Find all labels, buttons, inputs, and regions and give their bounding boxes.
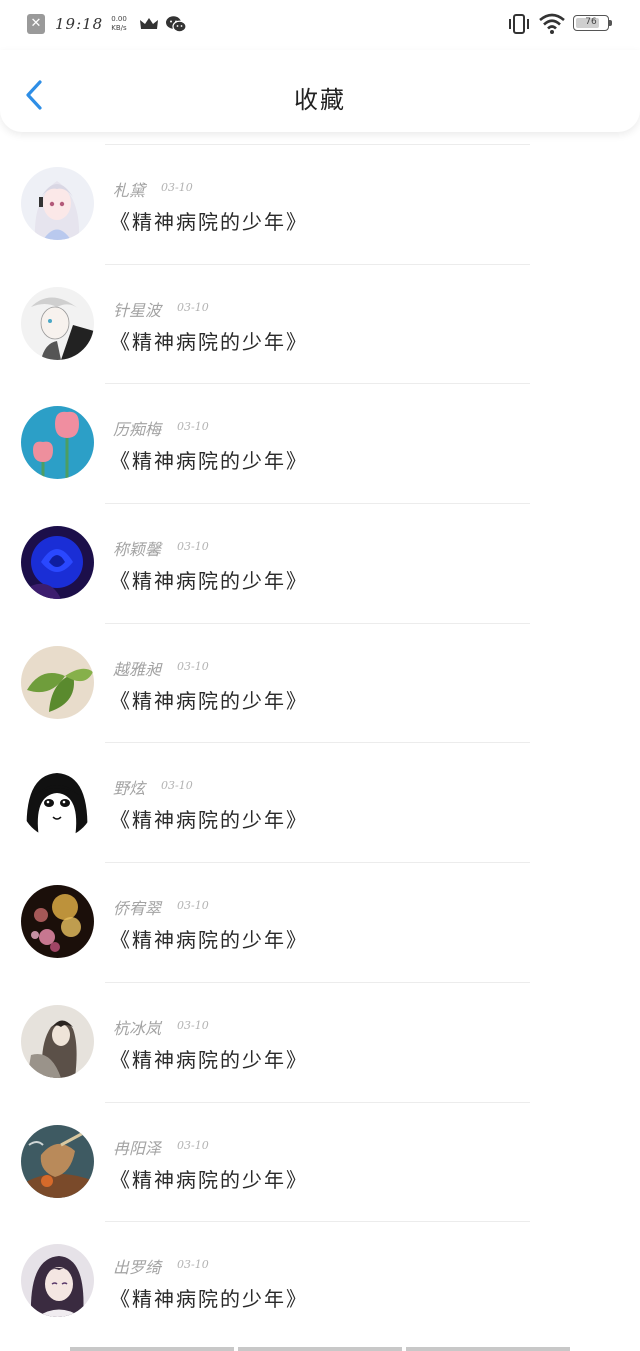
favorites-list: 札黛 03-10 《精神病院的少年》 针星波 03-10 《精神病院的少年》 历痴梅 03…	[0, 144, 640, 1341]
post-date: 03-10	[177, 899, 209, 913]
divider	[105, 263, 530, 265]
post-date: 03-10	[177, 540, 209, 554]
favorite-item[interactable]: 称颖馨 03-10 《精神病院的少年》	[0, 503, 640, 623]
author-name: 札黛	[113, 181, 146, 200]
divider	[105, 503, 530, 505]
author-name: 针星波	[113, 300, 162, 320]
avatar[interactable]	[21, 406, 94, 480]
network-speed-unit: KB/s	[111, 24, 127, 32]
favorite-item[interactable]: 越雅昶 03-10 《精神病院的少年》	[0, 622, 640, 743]
favorite-item[interactable]: 侨宥翠 03-10 《精神病院的少年》	[0, 862, 640, 982]
book-title[interactable]: 《精神病院的少年》	[110, 565, 308, 594]
author-name: 野炫	[113, 779, 146, 799]
nav-header: 收藏	[0, 50, 640, 132]
divider	[105, 622, 530, 624]
favorite-item[interactable]: 针星波 03-10 《精神病院的少年》	[0, 263, 640, 384]
divider	[105, 144, 530, 145]
favorite-item[interactable]: 冉阳泽 03-10 《精神病院的少年》	[0, 1101, 640, 1222]
post-date: 03-10	[177, 1018, 209, 1032]
book-title[interactable]: 《精神病院的少年》	[110, 1164, 308, 1193]
favorite-item[interactable]: 杭冰岚 03-10 《精神病院的少年》	[0, 981, 640, 1102]
wifi-icon	[539, 13, 565, 34]
author-name: 侨宥翠	[113, 899, 162, 919]
book-title[interactable]: 《精神病院的少年》	[110, 445, 308, 474]
book-title[interactable]: 《精神病院的少年》	[110, 326, 308, 355]
status-bar: ✕ 19:18 0.00 KB/s 76	[0, 0, 640, 50]
post-date: 03-10	[177, 1258, 209, 1272]
book-title[interactable]: 《精神病院的少年》	[110, 924, 308, 953]
post-date: 03-10	[177, 420, 209, 434]
book-title[interactable]: 《精神病院的少年》	[110, 804, 308, 833]
divider	[105, 742, 530, 744]
status-time: 19:18	[55, 15, 104, 33]
author-name: 出罗绮	[113, 1258, 162, 1278]
avatar[interactable]	[21, 765, 94, 839]
book-title[interactable]: 《精神病院的少年》	[110, 685, 308, 714]
divider	[105, 383, 530, 385]
network-speed-value: 0.00	[111, 15, 127, 23]
book-title[interactable]: 《精神病院的少年》	[110, 1044, 308, 1073]
avatar[interactable]	[21, 1244, 94, 1318]
vibrate-icon	[509, 14, 529, 34]
favorite-item[interactable]: 札黛 03-10 《精神病院的少年》	[0, 144, 640, 264]
scroll-indicator	[70, 1347, 570, 1351]
battery-level: 76	[585, 17, 597, 27]
author-name: 历痴梅	[113, 420, 162, 440]
battery-icon: 76	[573, 15, 613, 33]
avatar[interactable]	[21, 885, 94, 959]
author-name: 杭冰岚	[113, 1018, 162, 1038]
avatar[interactable]	[21, 286, 94, 360]
page-title: 收藏	[294, 86, 346, 114]
avatar[interactable]	[21, 526, 94, 600]
divider	[105, 1101, 530, 1103]
favorite-item[interactable]: 野炫 03-10 《精神病院的少年》	[0, 742, 640, 862]
author-name: 冉阳泽	[113, 1138, 162, 1158]
avatar[interactable]	[21, 645, 94, 719]
wechat-icon	[165, 16, 187, 33]
crown-icon	[139, 18, 158, 29]
close-notification-icon: ✕	[27, 14, 45, 34]
divider	[105, 1221, 530, 1223]
post-date: 03-10	[177, 659, 209, 673]
avatar[interactable]	[21, 1124, 94, 1198]
favorite-item[interactable]: 历痴梅 03-10 《精神病院的少年》	[0, 383, 640, 503]
book-title[interactable]: 《精神病院的少年》	[110, 1283, 308, 1312]
post-date: 03-10	[161, 181, 193, 194]
post-date: 03-10	[161, 779, 193, 793]
avatar[interactable]	[21, 1004, 94, 1078]
divider	[105, 981, 530, 983]
post-date: 03-10	[177, 1138, 209, 1152]
author-name: 越雅昶	[113, 659, 162, 679]
favorite-item[interactable]: 出罗绮 03-10 《精神病院的少年》	[0, 1221, 640, 1341]
book-title[interactable]: 《精神病院的少年》	[110, 206, 308, 235]
author-name: 称颖馨	[113, 540, 162, 560]
avatar[interactable]	[21, 167, 94, 240]
post-date: 03-10	[177, 300, 209, 314]
divider	[105, 862, 530, 864]
network-speed: 0.00 KB/s	[111, 15, 127, 33]
